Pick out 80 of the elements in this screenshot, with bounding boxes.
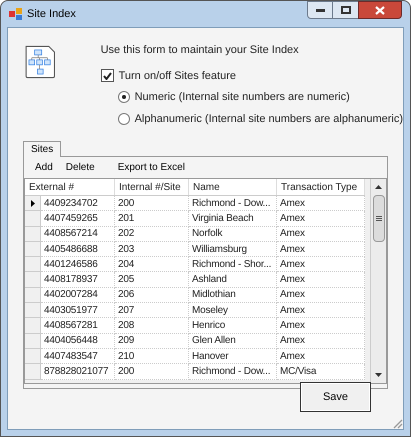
table-cell: Amex (277, 318, 365, 334)
table-cell: 878828021077 (41, 364, 115, 380)
table-cell: Henrico (189, 318, 277, 334)
maximize-icon (340, 6, 350, 14)
table-cell: Amex (277, 211, 365, 227)
toolbar-button[interactable]: Export to Excel (118, 160, 185, 175)
table-cell: 4405486688 (41, 242, 115, 258)
table-cell: Amex (277, 348, 365, 364)
resize-grip-icon[interactable] (391, 417, 403, 429)
table-cell: Amex (277, 303, 365, 318)
table-cell: Amex (277, 226, 365, 242)
table-cell: 200 (115, 196, 189, 212)
table-cell: 202 (115, 226, 189, 242)
table-cell: MC/Visa (277, 364, 365, 380)
table-cell: Amex (277, 257, 365, 272)
radio-label: Alphanumeric (Internal site numbers are alphanumeric) (134, 112, 403, 126)
table-cell: Richmond - Dow... (189, 196, 277, 212)
feature-checkbox[interactable] (100, 69, 114, 82)
close-button[interactable] (358, 1, 402, 19)
table-cell: 208 (115, 318, 189, 334)
minimize-icon (316, 8, 324, 12)
table-cell: 207 (115, 303, 189, 318)
table-cell: Virginia Beach (189, 211, 277, 227)
table-cell: 203 (115, 242, 189, 258)
column-header[interactable]: Name (189, 179, 277, 195)
table-cell: Amex (277, 334, 365, 349)
table-cell: Ashland (189, 272, 277, 288)
radio-label: Numeric (Internal site numbers are numeric) (134, 90, 350, 105)
scrollbar[interactable] (370, 179, 386, 383)
table-cell: 200 (115, 364, 189, 380)
table-cell: 4404056448 (41, 334, 115, 349)
save-button[interactable]: Save (300, 382, 371, 412)
table-cell: 205 (115, 272, 189, 288)
table-cell: Richmond - Dow... (189, 364, 277, 380)
window-title: Site Index (27, 6, 76, 22)
current-row-icon (30, 200, 34, 207)
scroll-thumb[interactable] (372, 195, 384, 242)
table-cell: Glen Allen (189, 334, 277, 349)
table-cell: Amex (277, 272, 365, 288)
table-cell: Amex (277, 242, 365, 258)
table-cell: 206 (115, 288, 189, 304)
table-cell: 210 (115, 348, 189, 364)
table-cell: 4401246586 (41, 257, 115, 272)
tab[interactable]: Sites (23, 141, 62, 157)
app-icon (9, 7, 23, 21)
table-cell: 4408567281 (41, 318, 115, 334)
radio-button[interactable] (118, 91, 130, 104)
instruction-text: Use this form to maintain your Site Index (100, 43, 300, 58)
scroll-up-icon[interactable] (375, 185, 382, 189)
column-header[interactable]: Internal #/Site (115, 179, 189, 195)
table-cell: 4402007284 (41, 288, 115, 304)
table-cell: Richmond - Shor... (189, 257, 277, 272)
table-cell: Moseley (189, 303, 277, 318)
minimize-button[interactable] (307, 1, 333, 19)
column-header[interactable]: External # (25, 179, 115, 195)
table-cell: 209 (115, 334, 189, 349)
table-cell: 204 (115, 257, 189, 272)
table-cell: Amex (277, 196, 365, 212)
column-header[interactable]: Transaction Type (277, 179, 365, 195)
grip-icon (376, 216, 382, 221)
table-cell: 4407459265 (41, 211, 115, 227)
scroll-down-icon[interactable] (375, 373, 382, 377)
table-cell: Midlothian (189, 288, 277, 304)
table-cell: 4403051977 (41, 303, 115, 318)
maximize-button[interactable] (333, 1, 358, 19)
table-cell: Norfolk (189, 226, 277, 242)
toolbar-button[interactable]: Add (35, 160, 53, 175)
table-cell: Williamsburg (189, 242, 277, 258)
toolbar-button[interactable]: Delete (66, 160, 95, 175)
row-header[interactable] (25, 196, 41, 212)
checkbox-label: Turn on/off Sites feature (118, 68, 236, 84)
table-cell: 4409234702 (41, 196, 115, 212)
close-icon (375, 6, 385, 14)
radio-button[interactable] (118, 112, 130, 125)
table-cell: 4408567214 (41, 226, 115, 242)
table-cell: 201 (115, 211, 189, 227)
table-cell: 4408178937 (41, 272, 115, 288)
table-cell: Hanover (189, 348, 277, 364)
table-cell: Amex (277, 288, 365, 304)
table-cell: 4407483547 (41, 348, 115, 364)
